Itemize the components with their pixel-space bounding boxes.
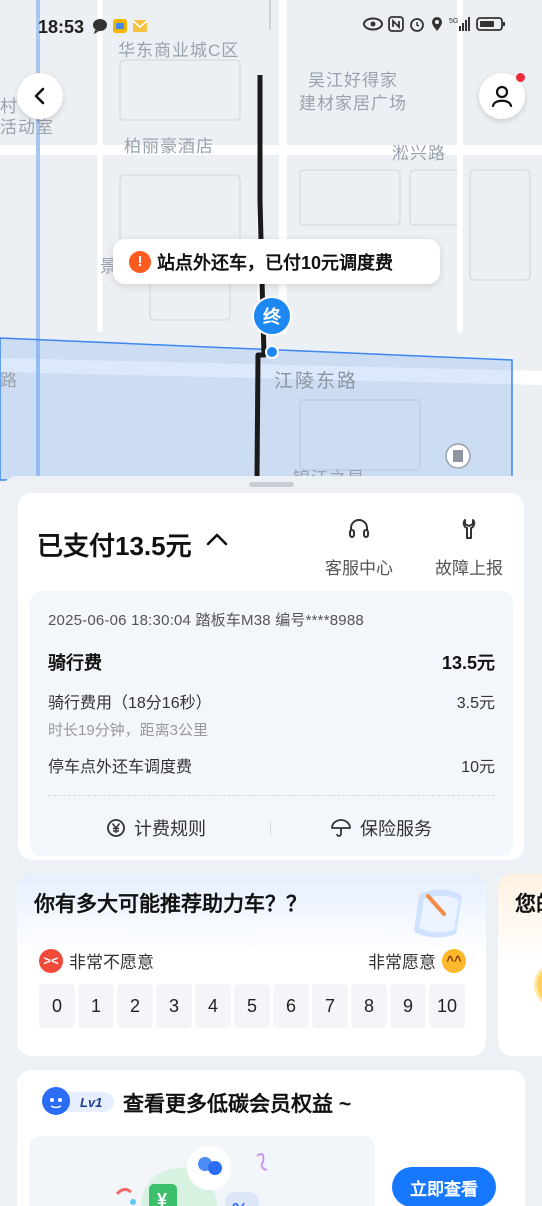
eye-icon [363, 17, 383, 31]
nps-score-9[interactable]: 9 [390, 984, 426, 1028]
status-bar: 18:53 5G [0, 0, 542, 52]
app-icon [113, 19, 127, 33]
angry-face-icon: >< [39, 948, 63, 973]
nps-score-0[interactable]: 0 [39, 984, 75, 1028]
coupon-symbol: ¥ [157, 1190, 167, 1206]
map-label-building-materials: 吴江好得家 [308, 71, 398, 90]
return-fee-tip: ! 站点外还车，已付10元调度费 [113, 239, 440, 284]
end-marker[interactable]: 终 [252, 296, 292, 336]
nps-question: 你有多大可能推荐助力车？？ [34, 893, 307, 916]
map-label-building-materials-2: 建材家居广场 [299, 94, 407, 113]
nps-score-2[interactable]: 2 [117, 984, 153, 1028]
nps-score-6[interactable]: 6 [273, 984, 309, 1028]
profile-button[interactable] [479, 73, 525, 119]
chevron-left-icon [34, 87, 45, 105]
ride-fee-label: 骑行费 [48, 653, 102, 673]
pricing-rules-label: 计费规则 [134, 819, 206, 839]
nps-score-7[interactable]: 7 [312, 984, 348, 1028]
back-button[interactable] [17, 73, 63, 119]
nfc-icon [388, 16, 404, 32]
umbrella-icon [331, 819, 351, 837]
user-icon [491, 85, 513, 108]
member-level-badge: Lv1 [42, 1087, 114, 1115]
nps-low-text: 非常不愿意 [69, 953, 154, 972]
member-level-text: Lv1 [80, 1095, 102, 1110]
nps-scale: 0 1 2 3 4 5 6 7 8 9 10 [39, 984, 465, 1028]
ride-cost-value: 3.5元 [456, 695, 495, 712]
map-label-hotel: 柏丽豪酒店 [124, 137, 214, 156]
nps-low-label: >< 非常不愿意 [39, 948, 154, 973]
peek-card-text: 您的 [515, 893, 542, 916]
order-meta: 2025-06-06 18:30:04 踏板车M38 编号****8988 [48, 612, 364, 629]
end-point [265, 345, 279, 359]
customer-service-button[interactable]: 客服中心 [314, 517, 404, 579]
ride-cost-label: 骑行费用（18分16秒） [48, 695, 212, 712]
member-benefits-banner[interactable]: ¥ % [29, 1136, 375, 1206]
chat-icon [93, 19, 107, 34]
pricing-rules-link[interactable]: 计费规则 [106, 815, 206, 841]
nps-score-1[interactable]: 1 [78, 984, 114, 1028]
customer-service-label: 客服中心 [325, 559, 393, 578]
chevron-up-icon[interactable] [206, 531, 228, 547]
insurance-link[interactable]: 保险服务 [330, 815, 432, 841]
signal-icon: 5G [449, 17, 470, 31]
nps-score-8[interactable]: 8 [351, 984, 387, 1028]
view-now-button[interactable]: 立即查看 [392, 1167, 496, 1206]
ride-fee-value: 13.5元 [441, 653, 495, 673]
discount-symbol: % [232, 1200, 248, 1206]
fee-detail-box: 2025-06-06 18:30:04 踏板车M38 编号****8988 骑行… [30, 591, 513, 856]
happy-face-icon: ^^ [442, 948, 466, 973]
bottom-sheet: 已支付13.5元 客服中心 故障上报 2025-06-06 18:30:04 踏… [0, 476, 542, 1206]
next-card-peek[interactable]: 您的 [498, 874, 542, 1056]
member-benefits-card: Lv1 查看更多低碳会员权益 ~ ¥ % 立即查看 [17, 1070, 525, 1206]
warning-icon: ! [129, 250, 151, 273]
ride-duration: 时长19分钟，距离3公里 [48, 722, 209, 739]
return-fee-tip-text: 站点外还车，已付10元调度费 [157, 252, 394, 273]
divider [48, 795, 495, 796]
paid-amount-title[interactable]: 已支付13.5元 [37, 526, 192, 563]
nps-score-3[interactable]: 3 [156, 984, 192, 1028]
dispatch-fee-label: 停车点外还车调度费 [48, 759, 193, 776]
drag-handle[interactable] [249, 482, 294, 487]
survey-paper-icon [414, 889, 462, 938]
payment-card: 已支付13.5元 客服中心 故障上报 2025-06-06 18:30:04 踏… [18, 493, 524, 860]
svg-text:5G: 5G [449, 18, 458, 25]
nps-score-10[interactable]: 10 [429, 984, 465, 1028]
yuan-icon [107, 819, 125, 837]
status-time: 18:53 [38, 17, 85, 37]
battery-icon [476, 17, 505, 31]
report-fault-button[interactable]: 故障上报 [424, 517, 514, 579]
coin-icon [534, 962, 542, 1008]
nps-score-4[interactable]: 4 [195, 984, 231, 1028]
location-icon [432, 17, 442, 31]
link-separator [270, 821, 271, 836]
nps-score-5[interactable]: 5 [234, 984, 270, 1028]
dispatch-fee-value: 10元 [461, 759, 495, 776]
notification-dot [516, 73, 525, 82]
wrench-icon [462, 519, 476, 539]
insurance-label: 保险服务 [360, 819, 432, 839]
mail-icon [132, 20, 148, 32]
map-label-songxing-road: 淞兴路 [392, 144, 446, 163]
alarm-icon [410, 18, 424, 32]
map-label-left-road: 路 [0, 371, 18, 390]
nps-survey-card: 你有多大可能推荐助力车？？ >< 非常不愿意 非常愿意 ^^ 012345678… [17, 874, 486, 1056]
map-label-jiangling-road: 江陵东路 [274, 371, 359, 392]
member-benefits-title[interactable]: 查看更多低碳会员权益 ~ [123, 1088, 351, 1118]
benefits-illustration: ¥ % [115, 1146, 268, 1206]
nps-high-text: 非常愿意 [368, 953, 436, 972]
report-fault-label: 故障上报 [435, 559, 503, 578]
headset-icon [349, 519, 369, 538]
nps-high-label: 非常愿意 ^^ [368, 948, 466, 973]
